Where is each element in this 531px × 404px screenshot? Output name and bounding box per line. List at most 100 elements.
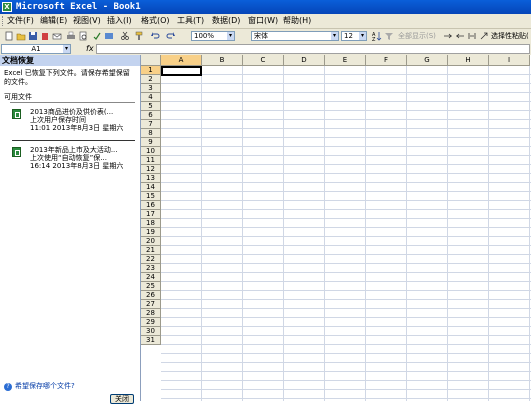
file-time: 11:01 2013年8月3日 星期六	[30, 124, 124, 132]
autofilter-icon[interactable]	[384, 31, 394, 41]
menu-insert[interactable]: 插入(I)	[107, 16, 132, 26]
email-icon[interactable]	[52, 31, 62, 41]
format-painter-icon[interactable]	[134, 31, 144, 41]
close-button[interactable]: 关闭	[110, 394, 134, 404]
title-bar: X Microsoft Excel - Book1	[0, 0, 531, 14]
svg-text:Z: Z	[372, 37, 376, 41]
column-header[interactable]: C	[243, 55, 284, 66]
row-header[interactable]: 13	[141, 174, 161, 183]
file-name: 2013商品进价及供价表(...	[30, 108, 114, 116]
row-header[interactable]: 11	[141, 156, 161, 165]
excel-file-icon	[12, 109, 21, 119]
chevron-down-icon[interactable]: ▾	[359, 32, 366, 40]
row-header[interactable]: 23	[141, 264, 161, 273]
row-header[interactable]: 24	[141, 273, 161, 282]
row-header[interactable]: 19	[141, 228, 161, 237]
row-header[interactable]: 25	[141, 282, 161, 291]
row-header[interactable]: 29	[141, 318, 161, 327]
row-header[interactable]: 26	[141, 291, 161, 300]
paste-special-button[interactable]: 选择性粘贴(	[491, 32, 529, 40]
column-header[interactable]: H	[448, 55, 489, 66]
row-header[interactable]: 4	[141, 93, 161, 102]
row-header[interactable]: 14	[141, 183, 161, 192]
merge-icon[interactable]	[467, 31, 477, 41]
menu-help[interactable]: 帮助(H)	[283, 16, 311, 26]
row-header[interactable]: 31	[141, 336, 161, 345]
row-header[interactable]: 22	[141, 255, 161, 264]
column-header[interactable]: B	[202, 55, 243, 66]
cell-area[interactable]	[161, 66, 531, 401]
row-header[interactable]: 16	[141, 201, 161, 210]
column-header[interactable]: D	[284, 55, 325, 66]
menu-tools[interactable]: 工具(T)	[177, 16, 204, 26]
chevron-down-icon[interactable]: ▾	[331, 32, 338, 40]
undo-icon[interactable]	[150, 31, 160, 41]
row-header[interactable]: 18	[141, 219, 161, 228]
font-select[interactable]: 宋体 ▾	[251, 31, 339, 41]
font-size-select[interactable]: 12 ▾	[341, 31, 367, 41]
formula-input[interactable]	[96, 44, 530, 54]
research-icon[interactable]	[104, 31, 114, 41]
menu-file[interactable]: 文件(F)	[7, 16, 34, 26]
document-recovery-pane: 文档恢复 Excel 已恢复下列文件。请保存希望保留的文件。 可用文件 2013…	[0, 55, 141, 404]
file-time: 16:14 2013年8月3日 星期六	[30, 162, 124, 170]
permission-icon[interactable]	[40, 31, 50, 41]
row-header[interactable]: 20	[141, 237, 161, 246]
paste-special-icon[interactable]	[479, 31, 489, 41]
chevron-down-icon[interactable]: ▾	[63, 45, 70, 53]
task-pane-title: 文档恢复	[0, 55, 140, 66]
row-header[interactable]: 6	[141, 111, 161, 120]
help-link[interactable]: ? 希望保存哪个文件?	[4, 381, 75, 391]
row-header[interactable]: 30	[141, 327, 161, 336]
row-header[interactable]: 21	[141, 246, 161, 255]
indent-icon[interactable]	[443, 31, 453, 41]
row-header[interactable]: 10	[141, 147, 161, 156]
print-icon[interactable]	[66, 31, 76, 41]
menu-data[interactable]: 数据(D)	[212, 16, 240, 26]
select-all-corner[interactable]	[141, 55, 161, 66]
name-box[interactable]: A1 ▾	[1, 44, 71, 54]
excel-app-icon: X	[2, 2, 12, 12]
worksheet-grid[interactable]: ABCDEFGHI 1 2 3 4 5 6 7 8 9 10 11 12 13 14 15 16 17 18 19 2…	[141, 55, 531, 401]
menu-window[interactable]: 窗口(W)	[248, 16, 278, 26]
menubar-grip	[2, 16, 6, 26]
row-header[interactable]: 8	[141, 129, 161, 138]
row-header[interactable]: 17	[141, 210, 161, 219]
save-icon[interactable]	[28, 31, 38, 41]
row-header[interactable]: 1	[141, 66, 161, 75]
column-header[interactable]: A	[161, 55, 202, 66]
row-header[interactable]: 7	[141, 120, 161, 129]
print-preview-icon[interactable]	[78, 31, 88, 41]
column-header[interactable]: E	[325, 55, 366, 66]
redo-icon[interactable]	[166, 31, 176, 41]
row-header[interactable]: 5	[141, 102, 161, 111]
menu-edit[interactable]: 编辑(E)	[40, 16, 67, 26]
file-name: 2013年新品上市及大活动...	[30, 146, 118, 154]
open-icon[interactable]	[16, 31, 26, 41]
chevron-down-icon[interactable]: ▾	[227, 32, 234, 40]
sort-ascending-icon[interactable]: AZ	[372, 31, 382, 41]
row-header[interactable]: 9	[141, 138, 161, 147]
active-cell[interactable]	[161, 66, 202, 76]
row-header[interactable]: 3	[141, 84, 161, 93]
row-header[interactable]: 15	[141, 192, 161, 201]
row-header[interactable]: 28	[141, 309, 161, 318]
cut-icon[interactable]	[120, 31, 130, 41]
column-header[interactable]: F	[366, 55, 407, 66]
column-header[interactable]: G	[407, 55, 448, 66]
file-status: 上次使用“自动恢复”保...	[30, 154, 107, 162]
menu-view[interactable]: 视图(V)	[73, 16, 101, 26]
help-icon: ?	[4, 383, 12, 391]
row-header[interactable]: 2	[141, 75, 161, 84]
zoom-select[interactable]: 100% ▾	[191, 31, 235, 41]
show-all-button[interactable]: 全部显示(S)	[398, 32, 436, 40]
new-icon[interactable]	[4, 31, 14, 41]
menu-format[interactable]: 格式(O)	[141, 16, 170, 26]
outdent-icon[interactable]	[455, 31, 465, 41]
spelling-icon[interactable]	[92, 31, 102, 41]
excel-file-icon	[12, 147, 21, 157]
row-header[interactable]: 12	[141, 165, 161, 174]
insert-function-icon[interactable]: fx	[86, 44, 94, 53]
column-header[interactable]: I	[489, 55, 530, 66]
row-header[interactable]: 27	[141, 300, 161, 309]
